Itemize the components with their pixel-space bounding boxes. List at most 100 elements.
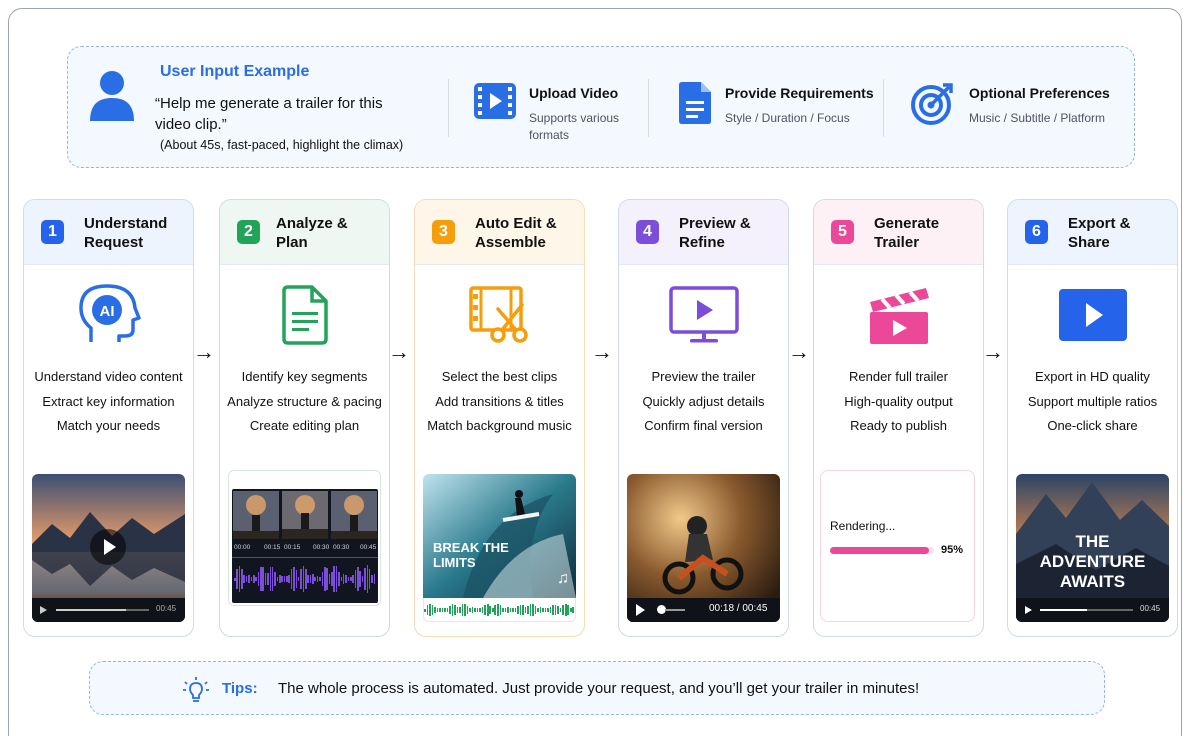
arrow-right-icon: → (982, 339, 1004, 364)
feature-desc: Supports various formats (529, 111, 620, 142)
step-line: Quickly adjust details (642, 393, 765, 409)
step-line: Identify key segments (241, 369, 368, 384)
step-lines: Understand video content Extract key inf… (24, 365, 193, 439)
step-line: High-quality output (844, 393, 953, 409)
step-lines: Render full trailer High-quality output … (814, 365, 983, 439)
video-progress[interactable] (1040, 609, 1133, 611)
step-card-export: 6 Export & Share Export in HD quality Su… (1007, 199, 1178, 637)
document-icon (220, 280, 389, 350)
step-number: 5 (831, 220, 854, 244)
step-line: Create editing plan (249, 418, 360, 433)
render-percent: 95% (941, 544, 964, 556)
step-title: Generate Trailer (874, 214, 940, 251)
tips-text: The whole process is automated. Just pro… (278, 680, 920, 697)
video-time: 00:45 (156, 604, 177, 613)
monitor-play-icon (619, 280, 788, 350)
play-icon[interactable] (40, 606, 47, 614)
step-card-preview: 4 Preview & Refine Preview the trailer Q… (618, 199, 789, 637)
input-note: (About 45s, fast-paced, highlight the cl… (160, 138, 404, 152)
video-upload-icon (473, 81, 517, 126)
svg-text:AI: AI (99, 303, 114, 320)
divider (883, 79, 884, 137)
step-lines: Identify key segments Analyze structure … (220, 365, 389, 439)
feature-desc: Style / Duration / Focus (725, 111, 850, 125)
step-number: 1 (41, 220, 64, 244)
step-header: 2 Analyze & Plan (220, 200, 389, 265)
step-card-auto-edit: 3 Auto Edit & Assemble Select the best c… (414, 199, 585, 637)
play-icon[interactable] (636, 604, 645, 616)
feature-title: Optional Preferences (969, 85, 1110, 101)
timeline-mark: 00:15 (264, 544, 281, 551)
timeline-thumbnail: 00:00 00:15 00:15 00:30 00:30 00:45 (228, 470, 381, 606)
step-line: Support multiple ratios (1027, 393, 1158, 409)
arrow-right-icon: → (193, 339, 215, 364)
step-line: Export in HD quality (1035, 369, 1150, 384)
user-icon (88, 69, 136, 128)
timeline-mark: 00:30 (313, 544, 330, 551)
step-line: Analyze structure & pacing (227, 393, 382, 409)
timeline-mark: 00:00 (234, 544, 251, 551)
step-line: Select the best clips (441, 369, 558, 384)
step-header: 6 Export & Share (1008, 200, 1177, 265)
feature-desc: Music / Subtitle / Platform (969, 111, 1106, 125)
tips-panel: Tips: The whole process is automated. Ju… (89, 661, 1105, 715)
step-line: Match background music (427, 418, 572, 433)
film-scissors-icon (415, 280, 584, 350)
video-thumbnail: 00:45 (32, 474, 185, 622)
step-lines: Select the best clips Add transitions & … (415, 365, 584, 439)
timeline-mark: 00:30 (333, 544, 350, 551)
step-header: 3 Auto Edit & Assemble (415, 200, 584, 265)
arrow-right-icon: → (591, 339, 613, 364)
adventure-thumbnail: THE ADVENTURE AWAITS 00:45 (1016, 474, 1169, 622)
step-number: 4 (636, 220, 659, 244)
user-input-panel: User Input Example “Help me generate a t… (67, 46, 1135, 168)
title-overlay: BREAK THE LIMITS (433, 540, 509, 570)
step-number: 2 (237, 220, 260, 244)
audio-waveform (234, 561, 376, 597)
video-time: 00:45 (1140, 604, 1161, 613)
step-line: Understand video content (34, 369, 183, 384)
step-number: 6 (1025, 220, 1048, 244)
ai-head-icon: AI (24, 280, 193, 350)
step-lines: Preview the trailer Quickly adjust detai… (619, 365, 788, 439)
play-icon[interactable] (1025, 606, 1032, 614)
step-line: One-click share (1047, 418, 1138, 433)
step-title: Export & Share (1068, 214, 1131, 251)
step-title: Preview & Refine (679, 214, 751, 251)
moto-thumbnail: 00:18 / 00:45 (627, 474, 780, 622)
render-label: Rendering... (830, 519, 896, 533)
step-line: Extract key information (42, 393, 175, 409)
video-progress[interactable] (665, 609, 685, 611)
render-progress-fill (830, 547, 929, 554)
surf-thumbnail: BREAK THE LIMITS ♫ (423, 474, 576, 598)
step-header: 4 Preview & Refine (619, 200, 788, 265)
step-line: Ready to publish (850, 418, 947, 433)
render-progress-track (830, 547, 934, 554)
step-line: Add transitions & titles (435, 393, 564, 409)
target-icon (911, 81, 955, 130)
feature-title: Upload Video (529, 85, 619, 101)
play-square-icon (1008, 280, 1177, 350)
tips-label: Tips: (222, 680, 258, 697)
music-note-icon: ♫ (557, 570, 569, 587)
feature-title: Provide Requirements (725, 85, 874, 101)
step-number: 3 (432, 220, 455, 244)
render-panel: Rendering... 95% (820, 470, 975, 622)
step-line: Confirm final version (644, 418, 763, 433)
video-progress[interactable] (56, 609, 149, 611)
play-button[interactable] (90, 529, 126, 565)
arrow-right-icon: → (388, 339, 410, 364)
divider (648, 79, 649, 137)
input-quote: “Help me generate a trailer for this vid… (155, 95, 383, 133)
step-line: Match your needs (56, 418, 161, 433)
music-waveform (423, 598, 576, 622)
clapperboard-icon (814, 280, 983, 350)
timeline-mark: 00:15 (284, 544, 301, 551)
title-overlay: THE ADVENTURE AWAITS (1039, 532, 1146, 591)
step-title: Analyze & Plan (276, 214, 348, 251)
step-card-understand: 1 Understand Request AI Understand video… (23, 199, 194, 637)
step-card-generate: 5 Generate Trailer Render full trailer H… (813, 199, 984, 637)
timeline-mark: 00:45 (360, 544, 377, 551)
step-title: Auto Edit & Assemble (475, 214, 557, 251)
step-card-analyze: 2 Analyze & Plan Identify key segments A… (219, 199, 390, 637)
